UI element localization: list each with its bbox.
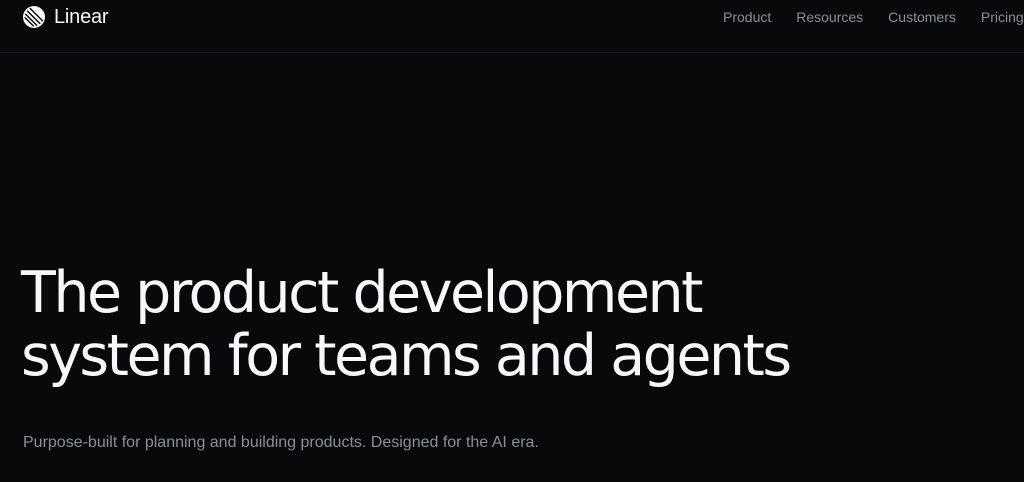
brand-logo-link[interactable]: Linear — [22, 5, 109, 29]
top-navigation-bar: Linear Product Resources Customers Prici… — [0, 0, 1024, 53]
hero-subtitle: Purpose-built for planning and building … — [23, 434, 539, 451]
hero-title-line-1: The product development — [21, 260, 704, 326]
brand-name: Linear — [54, 6, 109, 28]
nav-product[interactable]: Product — [723, 9, 771, 26]
nav-customers[interactable]: Customers — [888, 9, 956, 26]
hero-title-line-2: system for teams and agents — [21, 323, 792, 389]
nav-resources[interactable]: Resources — [796, 9, 863, 26]
nav-pricing[interactable]: Pricing — [981, 9, 1024, 26]
primary-nav: Product Resources Customers Pricing — [723, 9, 1024, 26]
hero-title: The product development system for teams… — [21, 262, 1001, 388]
linear-logo-icon — [23, 6, 45, 28]
page: Linear Product Resources Customers Prici… — [0, 0, 1024, 482]
